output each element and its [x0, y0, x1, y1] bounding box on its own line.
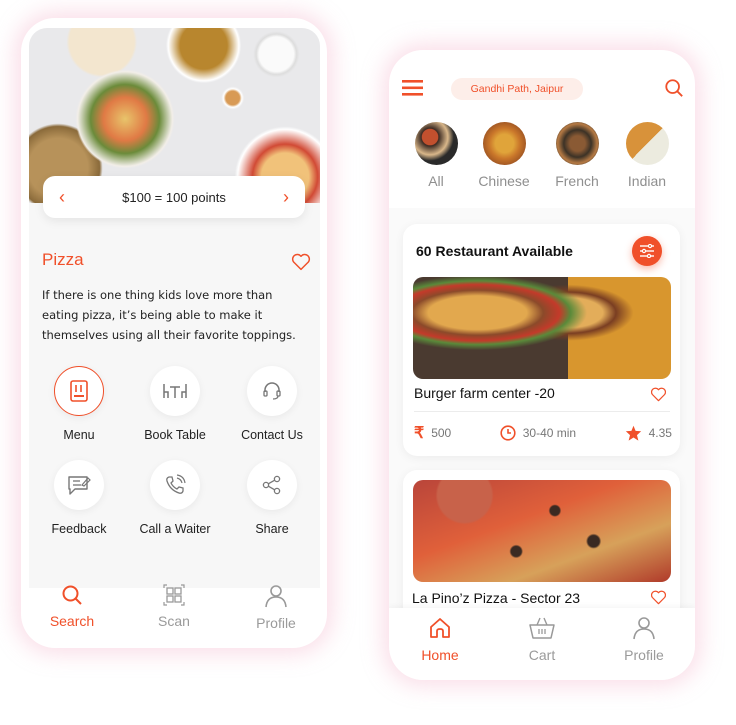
- category-french[interactable]: French: [542, 122, 612, 189]
- category-label: Indian: [627, 173, 667, 189]
- category-image: [482, 122, 526, 165]
- price: 500: [431, 426, 452, 440]
- top-bar: Gandhi Path, Jaipur: [389, 74, 695, 104]
- basket-icon: [529, 617, 555, 639]
- category-chinese[interactable]: Chinese: [469, 122, 539, 189]
- chevron-right-icon[interactable]: ›: [283, 188, 289, 206]
- nav-label: Profile: [256, 615, 296, 631]
- nav-label: Scan: [158, 613, 190, 629]
- category-label: All: [428, 173, 444, 189]
- restaurant-list: 60 Restaurant Available Burger farm cent…: [389, 208, 695, 650]
- points-text: $100 = 100 points: [122, 189, 226, 205]
- restaurant-title: Pizza: [42, 250, 84, 269]
- search-icon: [62, 585, 82, 605]
- action-label: Share: [255, 522, 289, 536]
- nav-search[interactable]: Search: [27, 584, 117, 631]
- nav-label: Home: [421, 647, 459, 663]
- action-menu[interactable]: Menu: [29, 366, 129, 442]
- heart-icon[interactable]: [650, 387, 667, 402]
- points-banner: ‹ $100 = 100 points ›: [43, 176, 305, 218]
- restaurant-image: [413, 277, 671, 379]
- nav-cart[interactable]: Cart: [497, 616, 587, 663]
- divider: [414, 411, 670, 412]
- restaurant-card[interactable]: 60 Restaurant Available Burger farm cent…: [403, 224, 680, 456]
- heart-icon[interactable]: [650, 590, 667, 605]
- action-share[interactable]: Share: [222, 460, 322, 536]
- delivery-time: 30-40 min: [522, 426, 577, 440]
- nav-scan[interactable]: Scan: [129, 584, 219, 631]
- nav-label: Profile: [624, 647, 664, 663]
- action-book-table[interactable]: Book Table: [125, 366, 225, 442]
- rupee-icon: ₹: [414, 425, 425, 442]
- nav-profile[interactable]: Profile: [231, 584, 321, 631]
- list-header: 60 Restaurant Available: [416, 243, 573, 259]
- category-image: [625, 122, 669, 165]
- rating: 4.35: [648, 426, 672, 440]
- star-icon: [625, 425, 641, 441]
- action-feedback[interactable]: Feedback: [29, 460, 129, 536]
- user-icon: [633, 617, 655, 640]
- action-label: Contact Us: [241, 428, 303, 442]
- restaurant-name: Burger farm center -20: [414, 385, 555, 401]
- restaurant-description: If there is one thing kids love more tha…: [42, 288, 296, 342]
- share-icon: [262, 475, 281, 495]
- headset-icon: [263, 382, 281, 400]
- nav-home[interactable]: Home: [395, 616, 485, 663]
- bottom-nav: Search Scan Profile: [21, 584, 327, 631]
- category-all[interactable]: All: [401, 122, 471, 189]
- action-label: Feedback: [51, 522, 107, 536]
- category-label: Chinese: [478, 173, 530, 189]
- filter-button[interactable]: [632, 236, 662, 266]
- phone-call-icon: [166, 474, 186, 494]
- clock-icon: [500, 425, 516, 441]
- bottom-nav: Home Cart Profile: [389, 608, 695, 680]
- restaurant-list-screen: Gandhi Path, Jaipur All Chinese French I…: [389, 50, 695, 680]
- action-label: Menu: [63, 428, 95, 442]
- table-icon: [163, 384, 187, 398]
- action-contact-us[interactable]: Contact Us: [222, 366, 322, 442]
- category-label: French: [555, 173, 599, 189]
- nav-label: Cart: [528, 647, 556, 663]
- restaurant-name: La Pino’z Pizza - Sector 23: [412, 590, 581, 606]
- category-indian[interactable]: Indian: [612, 122, 682, 189]
- action-label: Book Table: [144, 428, 206, 442]
- nav-profile[interactable]: Profile: [599, 616, 689, 663]
- sliders-icon: [640, 244, 654, 258]
- heart-icon[interactable]: [291, 253, 311, 271]
- search-icon[interactable]: [664, 78, 684, 98]
- chevron-left-icon[interactable]: ‹: [59, 188, 65, 206]
- hamburger-menu-icon[interactable]: [402, 80, 423, 96]
- restaurant-detail-screen: ‹ $100 = 100 points › Pizza If there is …: [21, 18, 327, 648]
- action-label: Call a Waiter: [139, 522, 211, 536]
- home-icon: [430, 618, 450, 638]
- user-icon: [265, 585, 287, 608]
- qr-scan-icon: [163, 584, 185, 606]
- restaurant-image: [413, 480, 671, 582]
- restaurant-meta: ₹500 30-40 min 4.35: [414, 423, 672, 443]
- category-image: [555, 122, 599, 165]
- menu-book-icon: [70, 380, 88, 402]
- location-pill[interactable]: Gandhi Path, Jaipur: [451, 78, 583, 100]
- action-call-waiter[interactable]: Call a Waiter: [125, 460, 225, 536]
- feedback-icon: [68, 476, 91, 495]
- category-image: [414, 122, 458, 165]
- nav-label: Search: [49, 613, 95, 629]
